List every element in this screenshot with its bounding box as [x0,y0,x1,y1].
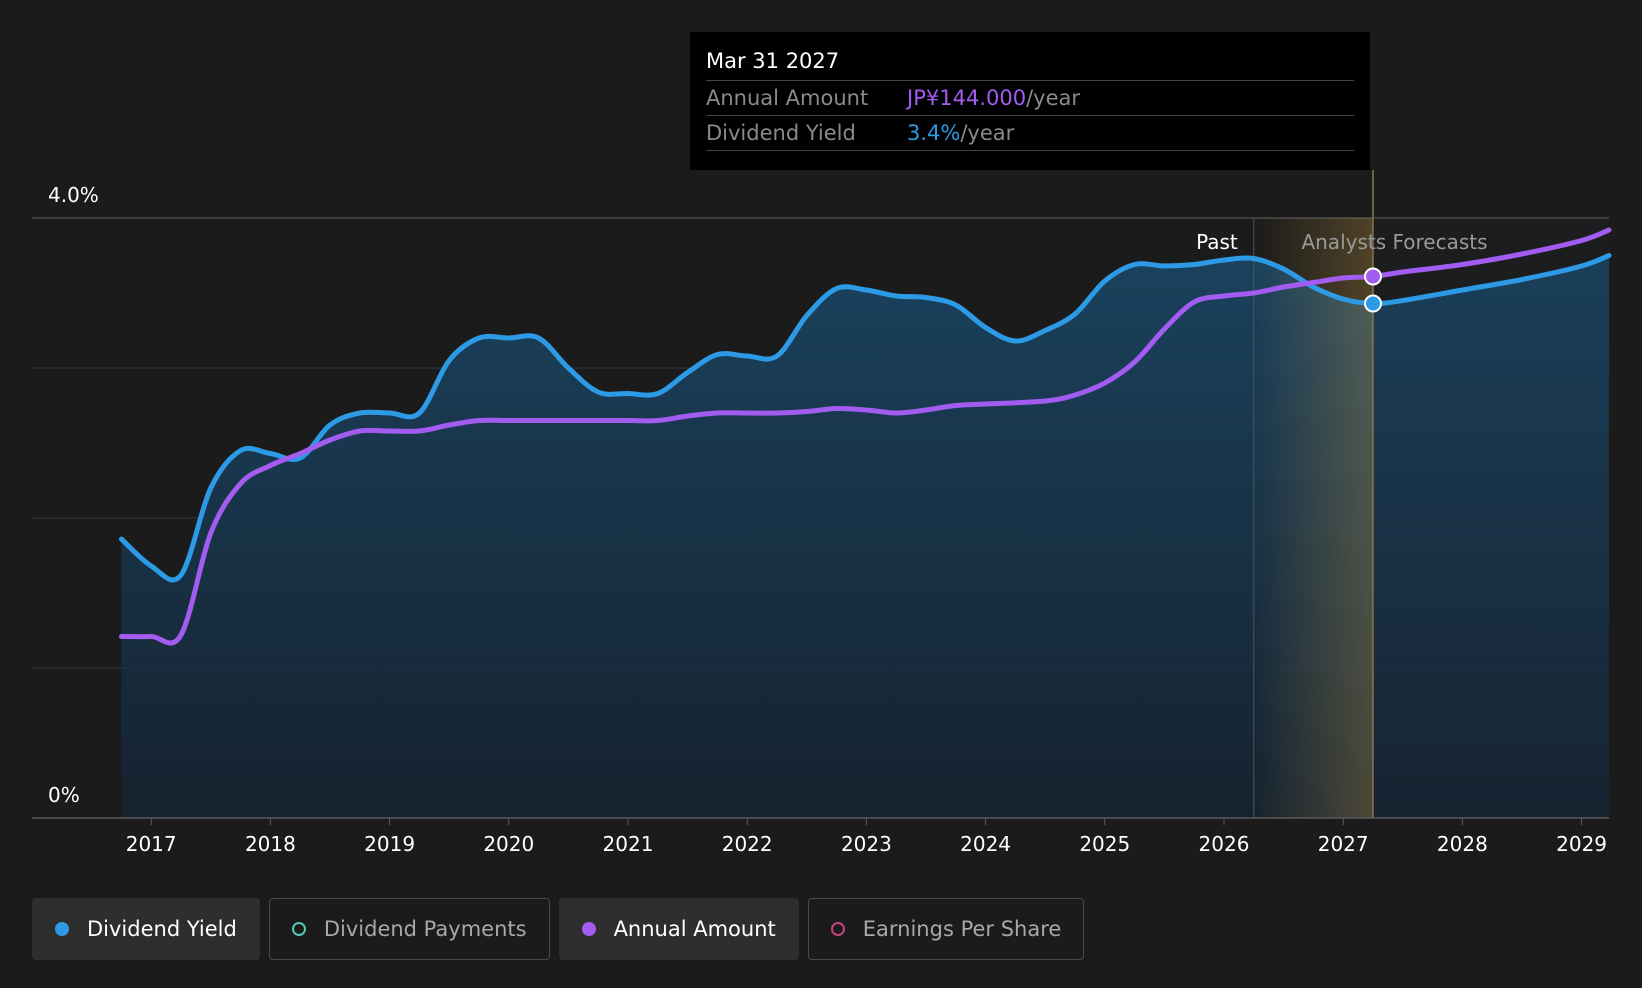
tooltip-yield-unit: /year [960,121,1015,145]
tooltip-yield-row: Dividend Yield 3.4%/year [706,116,1354,151]
x-tick-label-2028: 2028 [1437,832,1488,856]
legend-earnings-per-share-button[interactable]: Earnings Per Share [807,898,1085,960]
x-tick-label-2017: 2017 [126,832,177,856]
x-tick-label-2027: 2027 [1318,832,1369,856]
legend-annual-amount-button[interactable]: Annual Amount [558,898,799,960]
dividend-yield-dot-icon [55,922,69,936]
dividend-payments-ring-icon [291,922,306,936]
forecast-label: Analysts Forecasts [1301,230,1487,254]
tooltip-annual-value: JP¥144.000 [907,86,1027,110]
tooltip-yield-value: 3.4% [907,121,961,145]
x-tick-label-2022: 2022 [722,832,773,856]
past-label: Past [1196,230,1238,254]
tooltip-annual-unit: /year [1026,86,1080,110]
legend-earnings-per-share-label: Earnings Per Share [862,917,1062,941]
forecast-region [1372,218,1609,818]
hover-tooltip: Mar 31 2027 Annual Amount JP¥144.000/yea… [690,32,1370,170]
y-tick-label: 0% [48,783,80,807]
x-tick-label-2019: 2019 [364,832,415,856]
x-tick-label-2025: 2025 [1079,832,1130,856]
x-tick-label-2029: 2029 [1556,832,1607,856]
x-tick-label-2026: 2026 [1199,832,1250,856]
x-tick-label-2024: 2024 [960,832,1011,856]
y-tick-label: 4.0% [48,183,99,207]
legend-dividend-payments-button[interactable]: Dividend Payments [268,898,550,960]
annual-amount-dot-icon [581,922,596,936]
legend-dividend-yield-label: Dividend Yield [87,917,237,941]
annual-amount-hover-marker [1363,267,1382,286]
tooltip-date: Mar 31 2027 [706,46,1354,81]
dividend-yield-hover-marker [1363,294,1382,313]
tooltip-yield-label: Dividend Yield [706,121,856,145]
past-region-highlight [1253,218,1373,818]
x-tick-label-2020: 2020 [483,832,534,856]
legend-annual-amount-label: Annual Amount [613,917,776,941]
x-tick-label-2018: 2018 [245,832,296,856]
tooltip-annual-row: Annual Amount JP¥144.000/year [706,81,1354,116]
earnings-per-share-ring-icon [830,922,845,936]
x-tick-label-2021: 2021 [603,832,654,856]
legend-dividend-payments-label: Dividend Payments [323,917,527,941]
chart-legend: Dividend Yield Dividend Payments Annual … [32,898,1093,960]
tooltip-annual-label: Annual Amount [706,86,869,110]
x-tick-label-2023: 2023 [841,832,892,856]
legend-dividend-yield-button[interactable]: Dividend Yield [32,898,260,960]
